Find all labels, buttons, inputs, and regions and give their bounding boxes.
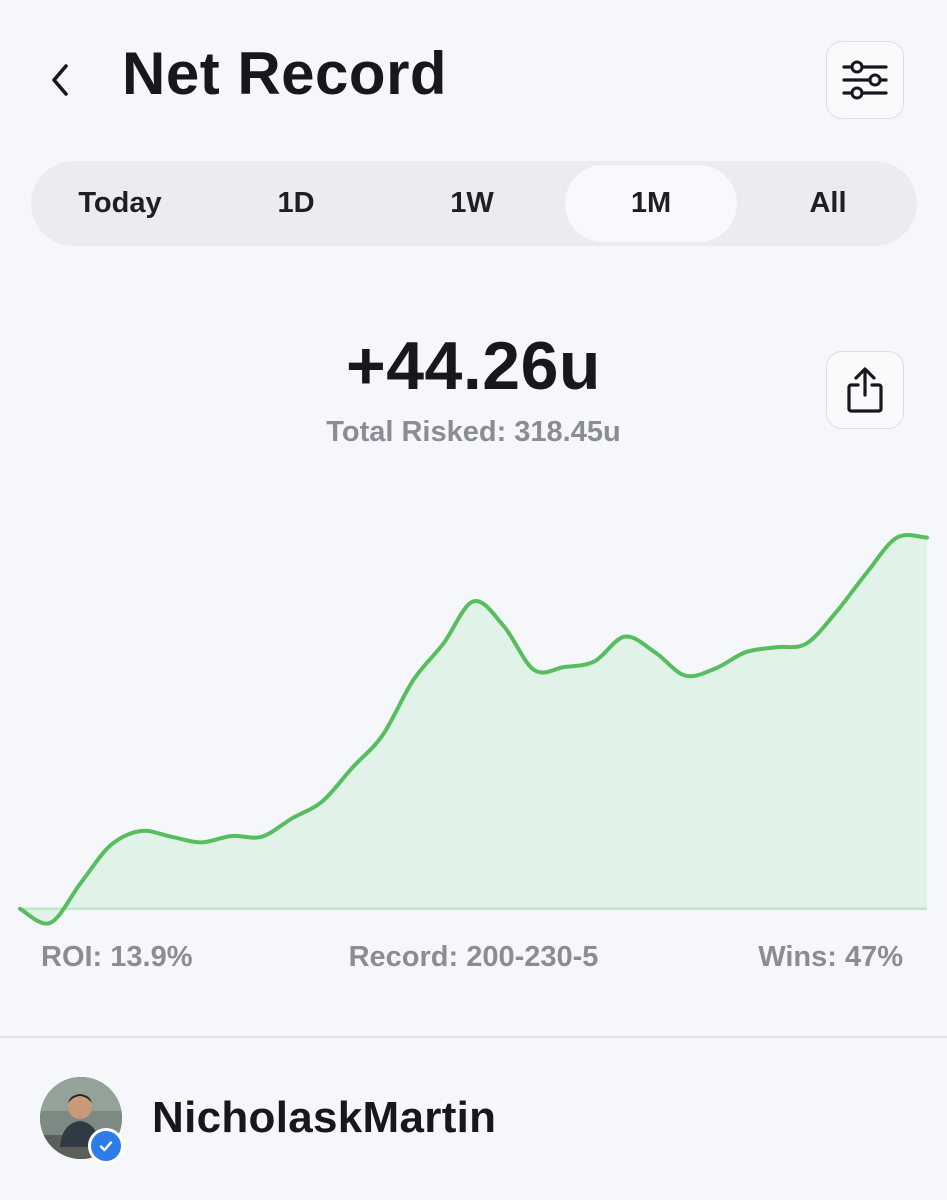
share-button[interactable]: [826, 351, 904, 429]
tab-1m[interactable]: 1M: [565, 165, 737, 242]
username[interactable]: NicholaskMartin: [152, 1090, 496, 1146]
tab-today[interactable]: Today: [35, 165, 205, 242]
tab-1w[interactable]: 1W: [387, 165, 557, 242]
tab-1d[interactable]: 1D: [211, 165, 381, 242]
time-range-tabs: Today 1D 1W 1M All: [31, 161, 917, 246]
share-icon: [847, 367, 883, 413]
filter-button[interactable]: [826, 41, 904, 119]
checkmark-icon: [99, 1141, 113, 1152]
back-button[interactable]: [38, 52, 84, 108]
page-title: Net Record: [122, 40, 448, 107]
header: Net Record: [0, 0, 947, 150]
wins-stat: Wins: 47%: [758, 941, 903, 973]
chart-area-fill: [20, 535, 927, 924]
verified-badge: [88, 1128, 124, 1164]
net-record-chart: [18, 533, 929, 926]
total-risked-label: Total Risked: 318.45u: [326, 416, 621, 448]
divider: [0, 1036, 947, 1038]
sliders-icon: [842, 60, 888, 100]
chevron-left-icon: [52, 64, 68, 96]
tab-all[interactable]: All: [743, 165, 913, 242]
net-units-value: +44.26u: [346, 328, 601, 404]
